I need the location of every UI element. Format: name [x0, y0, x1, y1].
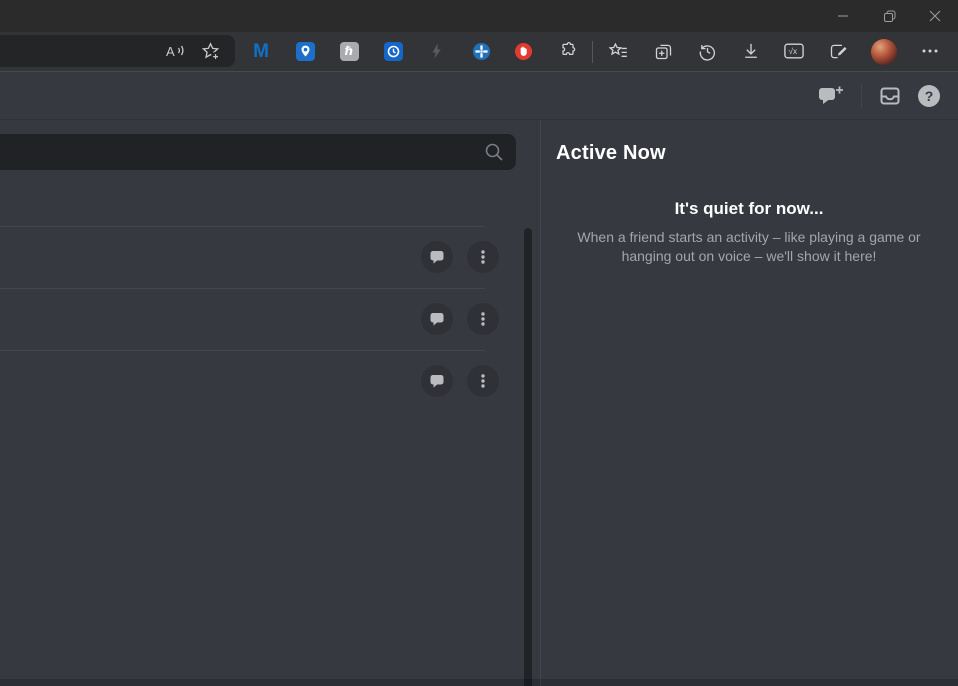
more-menu-icon[interactable] — [916, 37, 944, 65]
message-icon — [430, 313, 444, 326]
window-bottom-shade — [0, 679, 958, 686]
pinwheel-extension-icon[interactable] — [467, 37, 495, 65]
empty-state-title: It's quiet for now... — [674, 199, 824, 218]
malwarebytes-extension-icon[interactable]: M — [247, 37, 275, 65]
discord-header: ? — [0, 72, 958, 120]
active-now-empty-state: It's quiet for now... When a friend star… — [556, 199, 942, 266]
browser-toolbar: A M ℏ √x — [0, 32, 958, 72]
friends-list-scrollbar[interactable] — [524, 228, 532, 686]
inbox-icon[interactable] — [878, 84, 902, 108]
empty-state-body: When a friend starts an activity – like … — [577, 229, 921, 264]
avatar-image — [871, 39, 897, 65]
downloads-icon[interactable] — [737, 37, 765, 65]
math-solver-icon[interactable]: √x — [780, 37, 808, 65]
address-bar[interactable]: A — [0, 35, 235, 67]
close-icon — [929, 10, 941, 22]
search-input[interactable] — [0, 134, 516, 170]
more-options-button[interactable] — [467, 365, 499, 397]
friend-row[interactable] — [0, 350, 540, 412]
web-capture-icon[interactable] — [824, 37, 852, 65]
new-group-dm-icon[interactable] — [817, 85, 845, 107]
friends-list — [0, 226, 540, 412]
message-button[interactable] — [421, 303, 453, 335]
more-dots-icon — [481, 312, 485, 326]
message-button[interactable] — [421, 365, 453, 397]
friends-search-bar[interactable] — [0, 134, 516, 170]
message-icon — [430, 375, 444, 388]
more-options-button[interactable] — [467, 303, 499, 335]
toolbar-separator — [592, 41, 593, 63]
favorites-icon[interactable] — [604, 37, 632, 65]
window-controls — [820, 0, 958, 32]
active-now-panel: Active Now It's quiet for now... When a … — [541, 120, 958, 686]
hbar-extension-icon[interactable]: ℏ — [335, 37, 363, 65]
more-dots-icon — [481, 374, 485, 388]
svg-text:A: A — [166, 44, 175, 59]
friend-row[interactable] — [0, 226, 540, 288]
svg-text:√x: √x — [789, 47, 798, 56]
close-button[interactable] — [912, 0, 958, 32]
browser-window: A M ℏ √x ? Active Now It's quiet for now… — [0, 0, 958, 686]
restore-button[interactable] — [866, 0, 912, 32]
map-pin-extension-icon[interactable] — [291, 37, 319, 65]
help-icon[interactable]: ? — [918, 84, 940, 107]
add-favorite-star-icon[interactable] — [200, 41, 221, 62]
header-separator — [861, 83, 862, 108]
minimize-button[interactable] — [820, 0, 866, 32]
backup-clock-extension-icon[interactable] — [379, 37, 407, 65]
profile-avatar[interactable] — [870, 38, 898, 66]
history-icon[interactable] — [693, 37, 721, 65]
minimize-icon — [838, 15, 848, 17]
collections-icon[interactable] — [649, 37, 677, 65]
more-options-button[interactable] — [467, 241, 499, 273]
discord-app: ? Active Now It's quiet for now... When … — [0, 72, 958, 686]
lightning-extension-icon[interactable] — [423, 37, 451, 65]
restore-icon — [883, 10, 895, 22]
extensions-puzzle-icon[interactable] — [554, 37, 582, 65]
hand-blocker-extension-icon[interactable] — [509, 37, 537, 65]
friend-row[interactable] — [0, 288, 540, 350]
more-dots-icon — [481, 250, 485, 264]
message-icon — [430, 251, 444, 264]
search-icon — [484, 142, 504, 162]
message-button[interactable] — [421, 241, 453, 273]
titlebar — [0, 0, 958, 32]
active-now-title: Active Now — [556, 142, 666, 164]
read-aloud-icon[interactable]: A — [164, 42, 186, 60]
